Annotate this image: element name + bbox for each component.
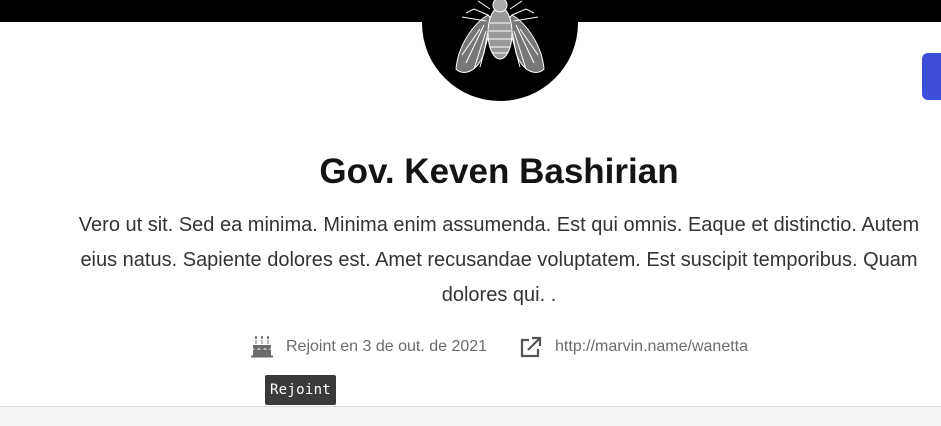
avatar[interactable] [422,0,578,101]
profile-name: Gov. Keven Bashirian [319,152,679,191]
website-link-label[interactable]: http://marvin.name/wanetta [555,338,748,356]
fly-illustration-icon [455,0,545,73]
profile-bio: Vero ut sit. Sed ea minima. Minima enim … [78,214,920,306]
website-link[interactable]: http://marvin.name/wanetta [519,336,748,358]
footer-band [0,407,941,426]
action-button[interactable] [922,53,941,100]
profile-meta: Rejoint en 3 de out. de 2021 http://marv… [0,333,941,361]
cake-icon [250,336,274,358]
joined-date[interactable]: Rejoint en 3 de out. de 2021 [250,336,487,358]
joined-date-label: Rejoint en 3 de out. de 2021 [285,338,488,355]
external-link-icon [519,336,543,358]
tooltip: Rejoint [265,375,336,405]
